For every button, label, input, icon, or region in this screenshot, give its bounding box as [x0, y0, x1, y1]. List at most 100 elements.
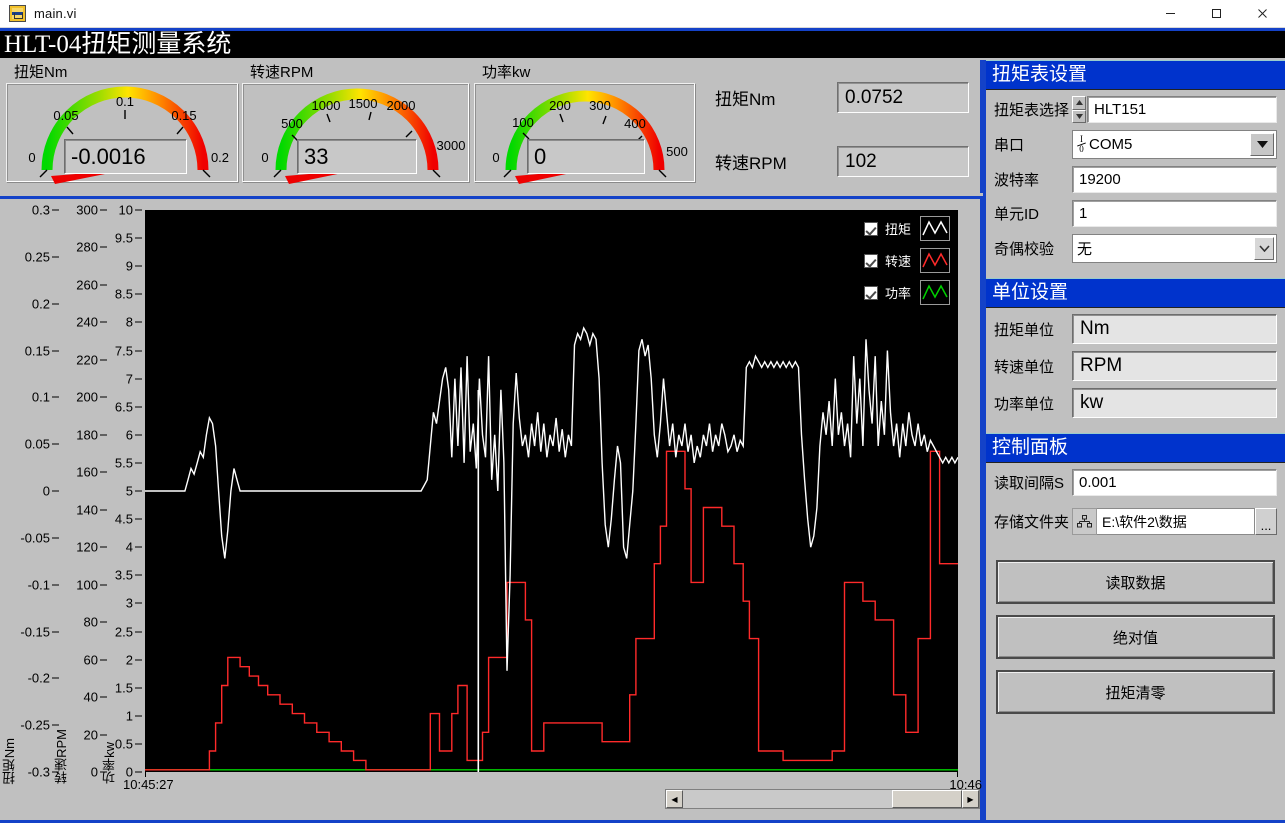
app-title: HLT-04扭矩测量系统 — [0, 32, 231, 57]
input-unit-id[interactable]: 1 — [1072, 200, 1277, 227]
y-axis-power: 109.598.587.576.565.554.543.532.521.510.… — [100, 199, 145, 784]
input-parity[interactable]: 无 — [1072, 234, 1277, 263]
y-tick-label: -0.25 — [20, 718, 50, 733]
absolute-value-button[interactable]: 绝对值 — [996, 615, 1275, 659]
field-baud-rate: 波特率 19200 — [994, 166, 1277, 193]
y-tick-label: 0.3 — [32, 203, 50, 218]
digital-speed-row: 转速RPM 102 — [715, 146, 969, 177]
legend-swatch-speed[interactable] — [920, 248, 950, 273]
plot-legend[interactable]: 扭矩 转速 功率 — [864, 216, 950, 305]
legend-checkbox-torque[interactable] — [864, 222, 878, 236]
legend-item-power[interactable]: 功率 — [864, 280, 950, 305]
scroll-left-icon[interactable]: ◀ — [666, 790, 683, 808]
y-tick-mark — [135, 631, 142, 632]
y-tick-label: 3.5 — [115, 568, 133, 583]
y-tick-mark — [135, 659, 142, 660]
svg-text:500: 500 — [281, 116, 303, 131]
svg-text:1500: 1500 — [349, 96, 378, 111]
meter-panel-header: 扭矩表设置 — [986, 60, 1285, 90]
y-tick-mark — [135, 575, 142, 576]
scrollbar-track[interactable] — [683, 790, 962, 808]
y-tick-label: 5 — [126, 484, 133, 499]
gauge-power-title: 功率kw — [482, 64, 696, 81]
y-tick-label: 120 — [76, 540, 98, 555]
y-axis-group: 0.30.250.20.150.10.050-0.05-0.1-0.15-0.2… — [0, 199, 145, 784]
unit-panel-header: 单位设置 — [986, 278, 1285, 308]
close-button[interactable] — [1239, 0, 1285, 28]
y-tick-label: 5.5 — [115, 455, 133, 470]
y-axis-title: 转速RPM — [52, 729, 71, 784]
path-control[interactable]: E:\软件2\数据 ... — [1072, 508, 1277, 535]
y-tick-label: 20 — [84, 727, 98, 742]
legend-item-speed[interactable]: 转速 — [864, 248, 950, 273]
gauge-torque-value: -0.0016 — [64, 139, 187, 174]
parity-chevron-down-icon[interactable] — [1254, 237, 1274, 260]
parity-value: 无 — [1077, 238, 1092, 259]
labview-vi-icon — [9, 5, 26, 22]
waveform-chart[interactable]: 0.30.250.20.150.10.050-0.05-0.1-0.15-0.2… — [0, 196, 983, 823]
label-power-unit: 功率单位 — [994, 393, 1072, 414]
label-parity: 奇偶校验 — [994, 238, 1072, 259]
y-tick-label: 7.5 — [115, 343, 133, 358]
scrollbar-thumb[interactable] — [892, 790, 962, 808]
spinner-up-icon[interactable] — [1072, 96, 1086, 110]
digital-speed-label: 转速RPM — [715, 149, 837, 174]
input-read-interval[interactable]: 0.001 — [1072, 469, 1277, 496]
field-power-unit: 功率单位 kw — [994, 388, 1277, 418]
input-meter-select[interactable]: HLT151 — [1087, 96, 1277, 123]
svg-text:0: 0 — [492, 150, 499, 165]
plot-area[interactable]: 扭矩 转速 功率 — [145, 210, 958, 772]
y-tick-mark — [135, 210, 142, 211]
field-serial-port: 串口 I0 COM5 — [994, 130, 1277, 159]
input-speed-unit[interactable]: RPM — [1072, 351, 1277, 381]
input-storage-folder[interactable]: E:\软件2\数据 — [1097, 508, 1255, 535]
browse-folder-button[interactable]: ... — [1255, 508, 1277, 535]
legend-item-torque[interactable]: 扭矩 — [864, 216, 950, 241]
y-tick-label: 200 — [76, 390, 98, 405]
read-data-button[interactable]: 读取数据 — [996, 560, 1275, 604]
y-tick-label: 2.5 — [115, 624, 133, 639]
input-baud-rate[interactable]: 19200 — [1072, 166, 1277, 193]
maximize-button[interactable] — [1193, 0, 1239, 28]
legend-checkbox-power[interactable] — [864, 286, 878, 300]
digital-torque-row: 扭矩Nm 0.0752 — [715, 82, 969, 113]
unit-panel-body: 扭矩单位 Nm 转速单位 RPM 功率单位 kw — [986, 308, 1285, 433]
y-tick-mark — [135, 294, 142, 295]
input-power-unit[interactable]: kw — [1072, 388, 1277, 418]
svg-text:400: 400 — [624, 116, 646, 131]
legend-swatch-power[interactable] — [920, 280, 950, 305]
legend-label-torque: 扭矩 — [885, 219, 913, 238]
scroll-right-icon[interactable]: ▶ — [962, 790, 979, 808]
y-tick-mark — [135, 238, 142, 239]
legend-checkbox-speed[interactable] — [864, 254, 878, 268]
y-tick-label: 4 — [126, 540, 133, 555]
svg-text:0.1: 0.1 — [116, 94, 134, 109]
minimize-button[interactable] — [1147, 0, 1193, 28]
svg-text:3000: 3000 — [437, 138, 466, 153]
y-tick-label: 260 — [76, 277, 98, 292]
y-tick-label: 140 — [76, 502, 98, 517]
folder-path-icon — [1072, 508, 1097, 535]
y-tick-label: -0.2 — [28, 671, 50, 686]
svg-text:0: 0 — [28, 150, 35, 165]
digital-speed-value: 102 — [837, 146, 969, 177]
svg-text:200: 200 — [549, 98, 571, 113]
trace-line — [145, 328, 958, 671]
gauge-power: 功率kw 0 100 200 — [474, 64, 696, 188]
y-tick-label: 40 — [84, 690, 98, 705]
input-serial-port[interactable]: I0 COM5 — [1072, 130, 1277, 159]
legend-swatch-torque[interactable] — [920, 216, 950, 241]
input-torque-unit[interactable]: Nm — [1072, 314, 1277, 344]
y-tick-label: -0.05 — [20, 530, 50, 545]
y-tick-label: 240 — [76, 315, 98, 330]
label-read-interval: 读取间隔S — [994, 472, 1072, 493]
torque-zero-button[interactable]: 扭矩清零 — [996, 670, 1275, 714]
digital-torque-label: 扭矩Nm — [715, 85, 837, 110]
meter-select-spinner[interactable] — [1072, 96, 1086, 123]
visa-io-icon: I0 — [1077, 135, 1086, 154]
y-tick-mark — [135, 687, 142, 688]
chart-horizontal-scrollbar[interactable]: ◀ ▶ — [665, 789, 980, 809]
y-tick-label: 3 — [126, 596, 133, 611]
spinner-down-icon[interactable] — [1072, 110, 1086, 124]
chevron-down-icon[interactable] — [1250, 133, 1274, 156]
